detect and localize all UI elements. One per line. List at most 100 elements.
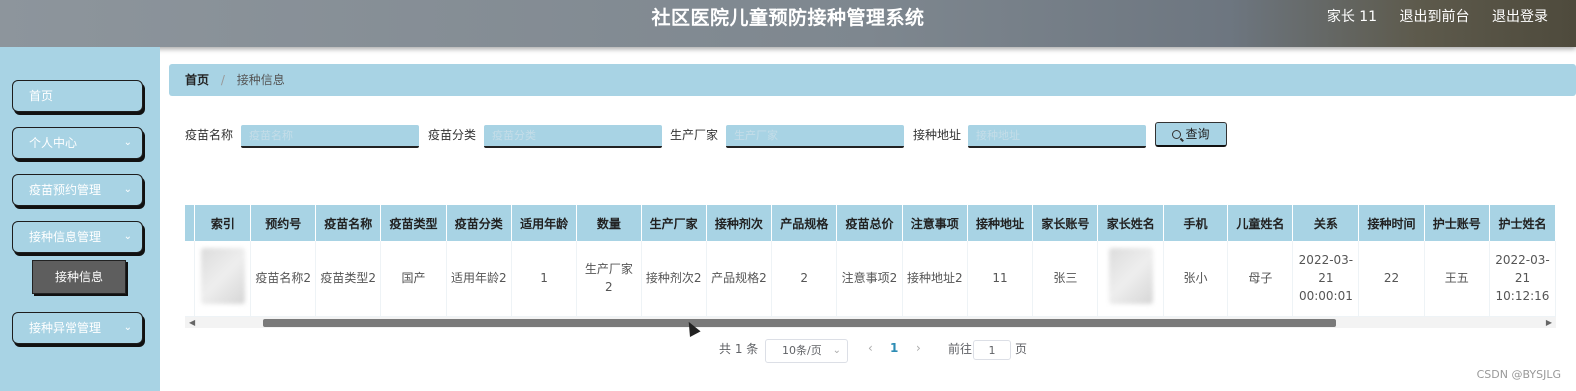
sidebar-item-label: 接种信息管理 — [29, 230, 102, 244]
table-row[interactable]: 疫苗名称2 疫苗类型2 国产 适用年龄2 1 生产厂家2 接种剂次2 产品规格2… — [185, 241, 1556, 317]
vaccination-address-label: 接种地址 — [913, 128, 962, 142]
sidebar-item-profile[interactable]: 个人中心 ⌄ — [12, 127, 143, 159]
sidebar-subitem-vaccination-info[interactable]: 接种信息 — [32, 260, 126, 294]
search-icon — [1172, 130, 1182, 139]
sidebar-item-vaccine-booking[interactable]: 疫苗预约管理 ⌄ — [12, 174, 143, 206]
sidebar-item-label: 接种异常管理 — [29, 321, 102, 335]
sidebar-item-label: 疫苗预约管理 — [29, 183, 102, 197]
breadcrumb-separator: / — [220, 73, 225, 87]
chevron-down-icon: ⌄ — [832, 345, 841, 356]
chevron-down-icon: ⌄ — [123, 322, 132, 333]
table-header-cell: 儿童姓名 — [1227, 205, 1294, 241]
table-cell: 2 — [771, 241, 838, 317]
table-cell: 注意事项2 — [836, 241, 903, 317]
table-cell — [185, 241, 196, 317]
blurred-image — [1108, 247, 1153, 304]
table-cell: 疫苗类型2 — [315, 241, 382, 317]
goto-page-input[interactable] — [973, 340, 1011, 360]
table-header-cell: 索引 — [194, 205, 252, 241]
page-suffix: 页 — [1015, 342, 1028, 356]
table-header-cell: 产品规格 — [771, 205, 838, 241]
breadcrumb-home[interactable]: 首页 — [185, 73, 209, 87]
prev-page-button[interactable]: ‹ — [868, 341, 873, 355]
table-cell — [1097, 241, 1164, 317]
table-cell — [194, 241, 252, 317]
table-header-cell: 家长姓名 — [1097, 205, 1164, 241]
vaccination-address-input[interactable] — [968, 125, 1146, 148]
table-header-cell: 接种地址 — [967, 205, 1034, 241]
table-header-cell: 护士账号 — [1424, 205, 1490, 241]
total-count: 共 1 条 — [719, 342, 759, 356]
vaccine-category-label: 疫苗分类 — [428, 128, 477, 142]
scroll-right-icon[interactable]: ▶ — [1546, 317, 1552, 328]
table-cell: 适用年龄2 — [446, 241, 512, 317]
chevron-down-icon: ⌄ — [123, 184, 132, 195]
sidebar-item-home[interactable]: 首页 — [12, 80, 143, 112]
sidebar-item-label: 个人中心 — [29, 136, 78, 150]
scroll-left-icon[interactable]: ◀ — [189, 317, 195, 328]
table-cell: 王五 — [1424, 241, 1490, 317]
table-header-row: 索引 预约号 疫苗名称 疫苗类型 疫苗分类 适用年龄 数量 生产厂家 接种剂次 … — [185, 205, 1556, 241]
table-header-cell: 预约号 — [250, 205, 317, 241]
vaccination-table: 索引 预约号 疫苗名称 疫苗类型 疫苗分类 适用年龄 数量 生产厂家 接种剂次 … — [185, 205, 1556, 328]
logout-link[interactable]: 退出登录 — [1492, 9, 1548, 25]
current-user: 家长 11 — [1326, 9, 1378, 25]
horizontal-scrollbar[interactable]: ◀ ▶ — [185, 317, 1556, 328]
table-cell: 张三 — [1032, 241, 1099, 317]
table-cell: 1 — [511, 241, 578, 317]
vaccine-name-label: 疫苗名称 — [185, 128, 234, 142]
table-cell: 国产 — [380, 241, 447, 317]
sidebar: 首页 个人中心 ⌄ 疫苗预约管理 ⌄ 接种信息管理 ⌄ 接种信息 接种异常管理 … — [0, 47, 160, 391]
goto-label: 前往 — [948, 342, 973, 356]
header-nav: 家长 11 退出到前台 退出登录 — [1309, 6, 1548, 26]
table-header-cell: 适用年龄 — [511, 205, 578, 241]
table-header-cell — [185, 205, 196, 241]
table-header-cell: 接种剂次 — [706, 205, 773, 241]
table-header-cell: 疫苗名称 — [315, 205, 382, 241]
table-cell: 接种地址2 — [902, 241, 968, 317]
table-header-cell: 疫苗分类 — [446, 205, 512, 241]
page-size-value: 10条/页 — [782, 344, 822, 357]
table-cell: 产品规格2 — [706, 241, 773, 317]
vaccine-category-input[interactable] — [484, 125, 662, 148]
table-header-cell: 家长账号 — [1032, 205, 1099, 241]
table-header-cell: 关系 — [1292, 205, 1360, 241]
chevron-down-icon: ⌄ — [123, 137, 132, 148]
table-cell: 22 — [1358, 241, 1425, 317]
breadcrumb-current: 接种信息 — [236, 73, 285, 87]
table-header-cell: 接种时间 — [1358, 205, 1425, 241]
table-cell: 母子 — [1227, 241, 1294, 317]
table-header-cell: 护士姓名 — [1489, 205, 1556, 241]
top-header: 社区医院儿童预防接种管理系统 家长 11 退出到前台 退出登录 — [0, 0, 1576, 47]
table-cell: 2022-03-21 10:12:16 — [1489, 241, 1556, 317]
breadcrumb: 首页 / 接种信息 — [169, 64, 1576, 96]
table-header-cell: 疫苗类型 — [380, 205, 447, 241]
table-header-cell: 生产厂家 — [641, 205, 707, 241]
table-cell: 生产厂家2 — [576, 241, 642, 317]
table-header-cell: 手机 — [1163, 205, 1229, 241]
search-button[interactable]: 查询 — [1155, 122, 1227, 147]
scrollbar-thumb[interactable] — [263, 319, 1336, 327]
sidebar-item-label: 首页 — [29, 89, 54, 103]
table-header-cell: 数量 — [576, 205, 642, 241]
chevron-down-icon: ⌄ — [123, 231, 132, 242]
blurred-image — [200, 247, 245, 304]
table-cell: 接种剂次2 — [641, 241, 707, 317]
watermark: CSDN @BYSJLG — [1476, 368, 1561, 381]
table-cell: 11 — [967, 241, 1034, 317]
manufacturer-label: 生产厂家 — [670, 128, 719, 142]
table-cell: 2022-03-21 00:00:01 — [1292, 241, 1360, 317]
table-header-cell: 注意事项 — [902, 205, 968, 241]
next-page-button[interactable]: › — [916, 341, 921, 355]
manufacturer-input[interactable] — [726, 125, 904, 148]
table-cell: 疫苗名称2 — [250, 241, 317, 317]
search-button-label: 查询 — [1185, 127, 1210, 141]
sidebar-item-vaccination-info[interactable]: 接种信息管理 ⌄ — [12, 221, 143, 253]
page-number-current[interactable]: 1 — [890, 341, 898, 355]
back-to-front-link[interactable]: 退出到前台 — [1400, 9, 1470, 25]
page-size-select[interactable]: 10条/页 ⌄ — [765, 339, 848, 363]
table-cell: 张小 — [1163, 241, 1229, 317]
table-header-cell: 疫苗总价 — [836, 205, 903, 241]
vaccine-name-input[interactable] — [241, 125, 419, 148]
sidebar-item-vaccination-exception[interactable]: 接种异常管理 ⌄ — [12, 312, 143, 344]
